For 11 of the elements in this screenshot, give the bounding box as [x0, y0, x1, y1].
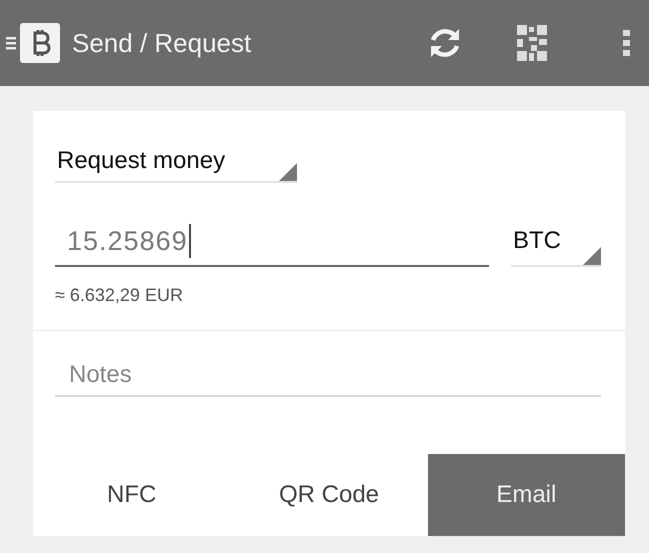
amount-field[interactable]: 15.25869	[55, 219, 489, 267]
text-cursor	[188, 224, 191, 258]
share-tab[interactable]: Email	[428, 454, 625, 536]
notes-field[interactable]: Notes	[55, 357, 601, 397]
qr-code-icon[interactable]	[517, 25, 547, 61]
bitcoin-logo-icon	[20, 23, 60, 63]
overflow-menu-icon[interactable]	[623, 28, 631, 58]
conversion-text: ≈ 6.632,29 EUR	[55, 285, 184, 306]
mode-dropdown[interactable]: Request money	[55, 147, 297, 183]
app-title: Send / Request	[72, 28, 252, 58]
currency-dropdown[interactable]: BTC	[511, 227, 601, 267]
